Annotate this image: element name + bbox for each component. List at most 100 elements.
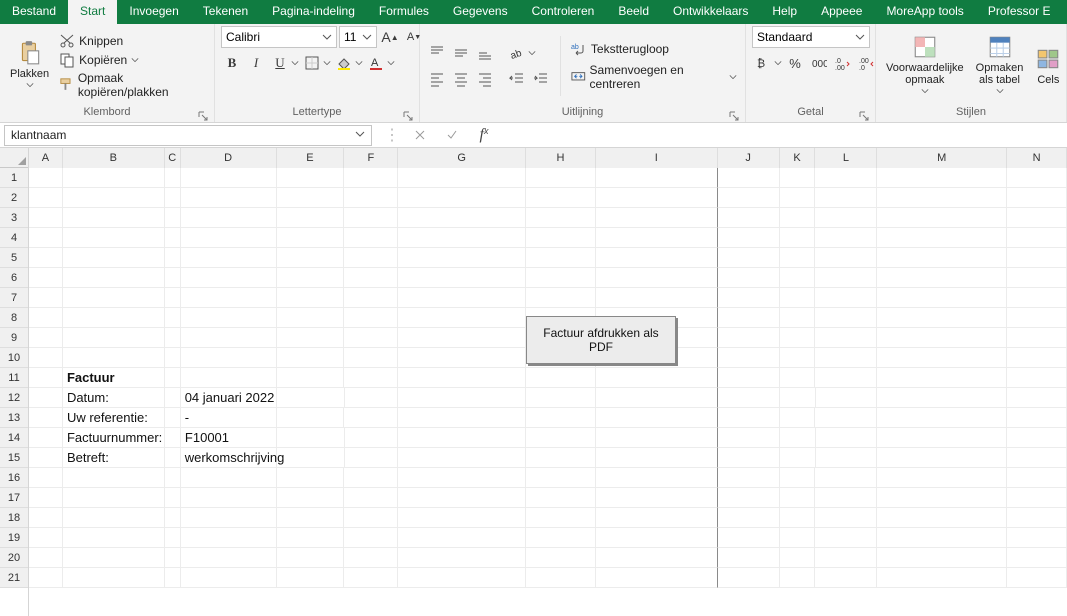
cell-F16[interactable] xyxy=(344,468,398,488)
cell-N21[interactable] xyxy=(1007,568,1067,588)
row-header-20[interactable]: 20 xyxy=(0,548,28,568)
cell-K13[interactable] xyxy=(780,408,816,428)
cell-G11[interactable] xyxy=(398,368,526,388)
row-header-3[interactable]: 3 xyxy=(0,208,28,228)
row-header-9[interactable]: 9 xyxy=(0,328,28,348)
cell-J13[interactable] xyxy=(718,408,780,428)
cell-E12[interactable] xyxy=(277,388,345,408)
cell-D21[interactable] xyxy=(181,568,277,588)
row-header-5[interactable]: 5 xyxy=(0,248,28,268)
align-right-button[interactable] xyxy=(474,68,496,90)
cell-D17[interactable] xyxy=(181,488,277,508)
cell-B16[interactable] xyxy=(63,468,165,488)
cell-H1[interactable] xyxy=(526,168,596,188)
cell-I16[interactable] xyxy=(596,468,718,488)
cell-G4[interactable] xyxy=(398,228,526,248)
cell-K9[interactable] xyxy=(780,328,816,348)
cell-B6[interactable] xyxy=(63,268,165,288)
cell-F4[interactable] xyxy=(344,228,398,248)
tab-gegevens[interactable]: Gegevens xyxy=(441,0,520,24)
tab-professor[interactable]: Professor E xyxy=(976,0,1063,24)
italic-button[interactable]: I xyxy=(245,52,267,74)
cell-M13[interactable] xyxy=(877,408,1007,428)
dialog-launcher-icon[interactable] xyxy=(403,111,413,121)
cell-N13[interactable] xyxy=(1007,408,1067,428)
cell-I3[interactable] xyxy=(596,208,718,228)
tab-invoegen[interactable]: Invoegen xyxy=(117,0,190,24)
cell-J2[interactable] xyxy=(718,188,780,208)
cell-M10[interactable] xyxy=(877,348,1007,368)
align-middle-button[interactable] xyxy=(450,42,472,64)
cell-H16[interactable] xyxy=(526,468,596,488)
row-header-12[interactable]: 12 xyxy=(0,388,28,408)
cell-A9[interactable] xyxy=(29,328,63,348)
cell-K15[interactable] xyxy=(780,448,816,468)
name-box[interactable]: klantnaam xyxy=(4,125,372,146)
format-as-table-button[interactable]: Opmaken als tabel xyxy=(972,32,1028,100)
cell-B17[interactable] xyxy=(63,488,165,508)
tab-pagina-indeling[interactable]: Pagina-indeling xyxy=(260,0,367,24)
cell-H19[interactable] xyxy=(526,528,596,548)
cell-D6[interactable] xyxy=(181,268,277,288)
cell-C2[interactable] xyxy=(165,188,181,208)
cell-F7[interactable] xyxy=(344,288,398,308)
cell-K5[interactable] xyxy=(780,248,816,268)
accounting-format-button[interactable]: ₿ xyxy=(752,52,774,74)
cell-I21[interactable] xyxy=(596,568,718,588)
increase-decimal-button[interactable]: .0.00 xyxy=(832,52,854,74)
cell-M5[interactable] xyxy=(877,248,1007,268)
cell-E3[interactable] xyxy=(277,208,345,228)
cell-E13[interactable] xyxy=(277,408,345,428)
cell-M12[interactable] xyxy=(877,388,1007,408)
font-size-combo[interactable]: 11 xyxy=(339,26,377,48)
cell-M2[interactable] xyxy=(877,188,1007,208)
tab-appeee[interactable]: Appeee xyxy=(809,0,874,24)
font-name-combo[interactable]: Calibri xyxy=(221,26,337,48)
cell-L8[interactable] xyxy=(815,308,877,328)
cell-C12[interactable] xyxy=(165,388,181,408)
cell-N12[interactable] xyxy=(1007,388,1067,408)
cell-J4[interactable] xyxy=(718,228,780,248)
cell-I13[interactable] xyxy=(596,408,718,428)
cell-N7[interactable] xyxy=(1007,288,1067,308)
row-header-14[interactable]: 14 xyxy=(0,428,28,448)
underline-button[interactable]: U xyxy=(269,52,291,74)
cell-J9[interactable] xyxy=(718,328,780,348)
cell-F1[interactable] xyxy=(344,168,398,188)
cell-N6[interactable] xyxy=(1007,268,1067,288)
cell-M21[interactable] xyxy=(877,568,1007,588)
cell-E14[interactable] xyxy=(277,428,345,448)
cell-M1[interactable] xyxy=(877,168,1007,188)
column-header-D[interactable]: D xyxy=(181,148,277,168)
cell-H17[interactable] xyxy=(526,488,596,508)
cell-K21[interactable] xyxy=(780,568,816,588)
cell-J1[interactable] xyxy=(718,168,780,188)
row-header-6[interactable]: 6 xyxy=(0,268,28,288)
print-invoice-pdf-button[interactable]: Factuur afdrukken als PDF xyxy=(526,316,676,364)
cell-A10[interactable] xyxy=(29,348,63,368)
cell-M4[interactable] xyxy=(877,228,1007,248)
cell-J18[interactable] xyxy=(718,508,780,528)
cell-K10[interactable] xyxy=(780,348,816,368)
cancel-formula-button[interactable] xyxy=(408,129,432,141)
cell-L14[interactable] xyxy=(816,428,878,448)
cell-L9[interactable] xyxy=(815,328,877,348)
cell-M17[interactable] xyxy=(877,488,1007,508)
cell-C7[interactable] xyxy=(165,288,181,308)
increase-font-button[interactable]: A▲ xyxy=(379,26,401,48)
cell-I4[interactable] xyxy=(596,228,718,248)
cell-I15[interactable] xyxy=(596,448,718,468)
cell-L11[interactable] xyxy=(815,368,877,388)
chevron-down-icon[interactable] xyxy=(387,54,395,72)
cell-H5[interactable] xyxy=(526,248,596,268)
cell-D2[interactable] xyxy=(181,188,277,208)
cell-G9[interactable] xyxy=(398,328,526,348)
cell-I14[interactable] xyxy=(596,428,718,448)
cell-C15[interactable] xyxy=(165,448,181,468)
row-header-21[interactable]: 21 xyxy=(0,568,28,588)
cell-F2[interactable] xyxy=(344,188,398,208)
cell-A19[interactable] xyxy=(29,528,63,548)
cell-J10[interactable] xyxy=(718,348,780,368)
cell-H7[interactable] xyxy=(526,288,596,308)
cell-D14[interactable]: F10001 xyxy=(181,428,277,448)
